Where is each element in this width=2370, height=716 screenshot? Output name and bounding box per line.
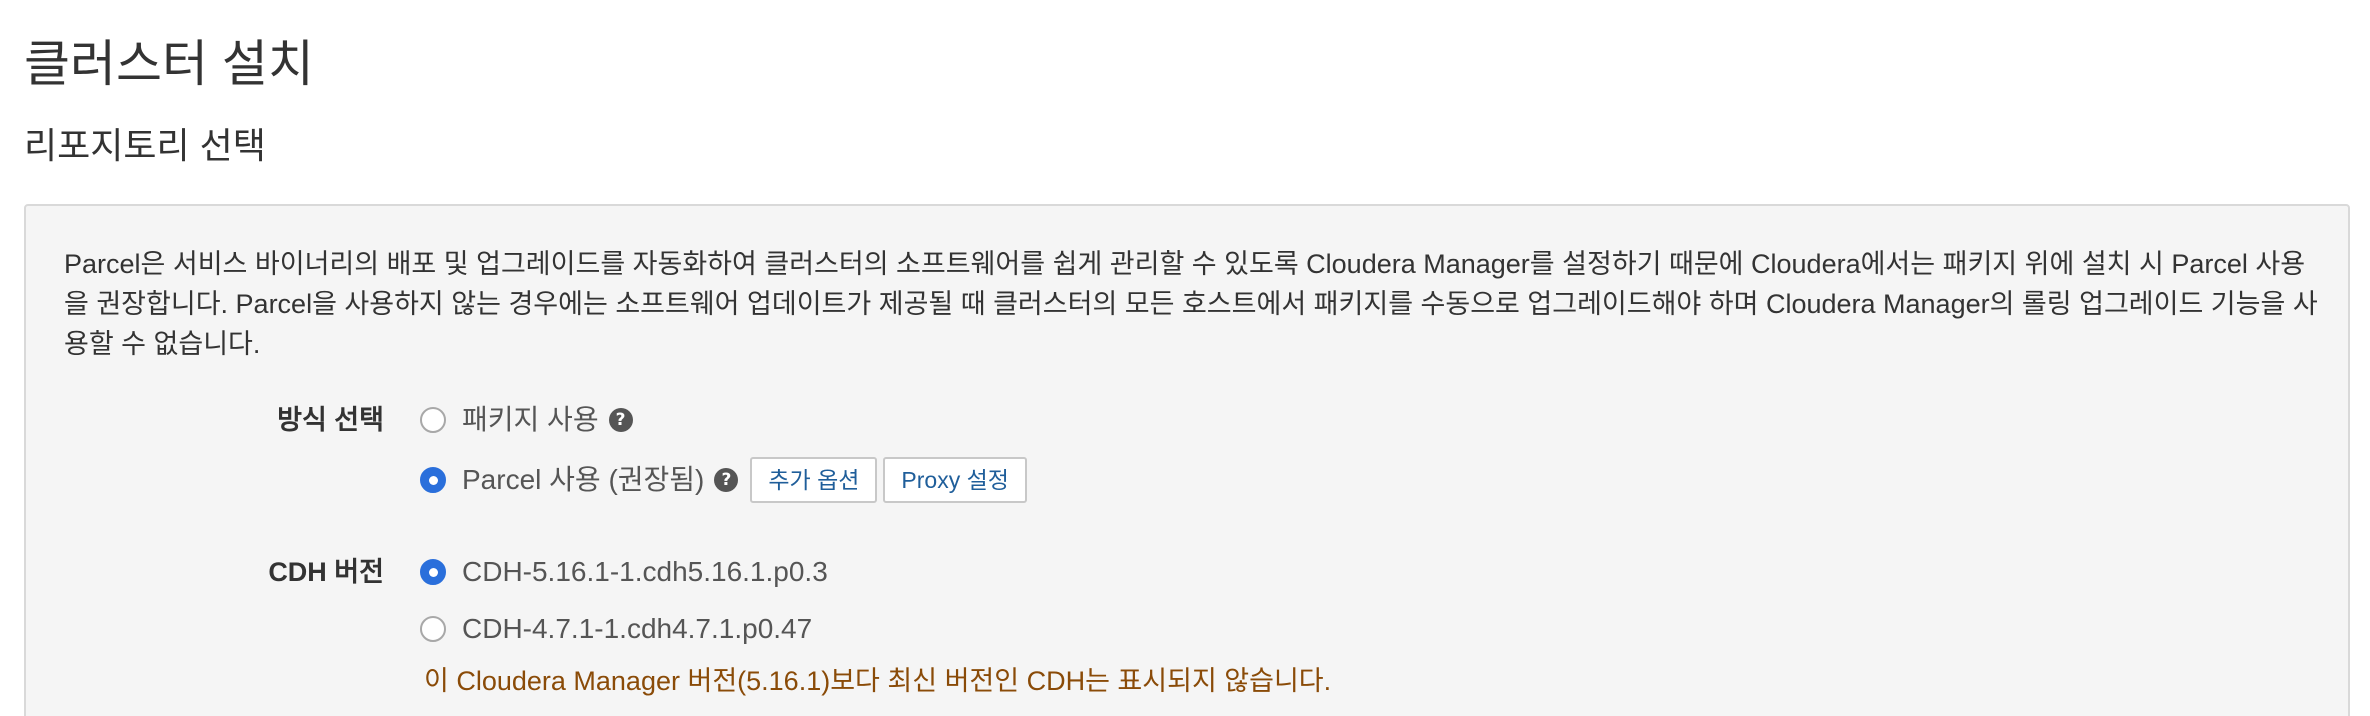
proxy-settings-button[interactable]: Proxy 설정 bbox=[883, 457, 1027, 503]
option-cdh4[interactable]: CDH-4.7.1-1.cdh4.7.1.p0.47 bbox=[420, 609, 812, 649]
page: 클러스터 설치 리포지토리 선택 Parcel은 서비스 바이너리의 배포 및 … bbox=[0, 0, 2370, 716]
option-package-label: 패키지 사용 bbox=[462, 404, 599, 435]
option-cdh4-label: CDH-4.7.1-1.cdh4.7.1.p0.47 bbox=[462, 613, 813, 644]
radio-checked-icon[interactable] bbox=[420, 467, 446, 493]
more-options-button[interactable]: 추가 옵션 bbox=[750, 457, 878, 503]
repository-panel: Parcel은 서비스 바이너리의 배포 및 업그레이드를 자동화하여 클러스터… bbox=[24, 204, 2350, 716]
option-parcel-label: Parcel 사용 (권장됨) bbox=[462, 464, 705, 495]
intro-text: Parcel은 서비스 바이너리의 배포 및 업그레이드를 자동화하여 클러스터… bbox=[64, 249, 2318, 359]
option-cdh5[interactable]: CDH-5.16.1-1.cdh5.16.1.p0.3 bbox=[420, 552, 828, 592]
radio-unchecked-icon[interactable] bbox=[420, 616, 446, 642]
cdh-label: CDH 버전 bbox=[268, 557, 384, 587]
option-cdh5-label: CDH-5.16.1-1.cdh5.16.1.p0.3 bbox=[462, 556, 828, 587]
help-icon[interactable]: ? bbox=[608, 408, 633, 432]
help-icon[interactable]: ? bbox=[714, 468, 739, 492]
method-label: 방식 선택 bbox=[277, 405, 384, 435]
option-package[interactable]: 패키지 사용 ? bbox=[420, 400, 633, 440]
cdh-version-notice: 이 Cloudera Manager 버전(5.16.1)보다 최신 버전인 C… bbox=[424, 666, 1332, 696]
radio-checked-icon[interactable] bbox=[420, 559, 446, 585]
option-parcel[interactable]: Parcel 사용 (권장됨) ? 추가 옵션 Proxy 설정 bbox=[420, 457, 1027, 503]
radio-unchecked-icon[interactable] bbox=[420, 407, 446, 433]
page-title: 클러스터 설치 bbox=[24, 36, 314, 92]
page-subtitle: 리포지토리 선택 bbox=[24, 125, 266, 166]
